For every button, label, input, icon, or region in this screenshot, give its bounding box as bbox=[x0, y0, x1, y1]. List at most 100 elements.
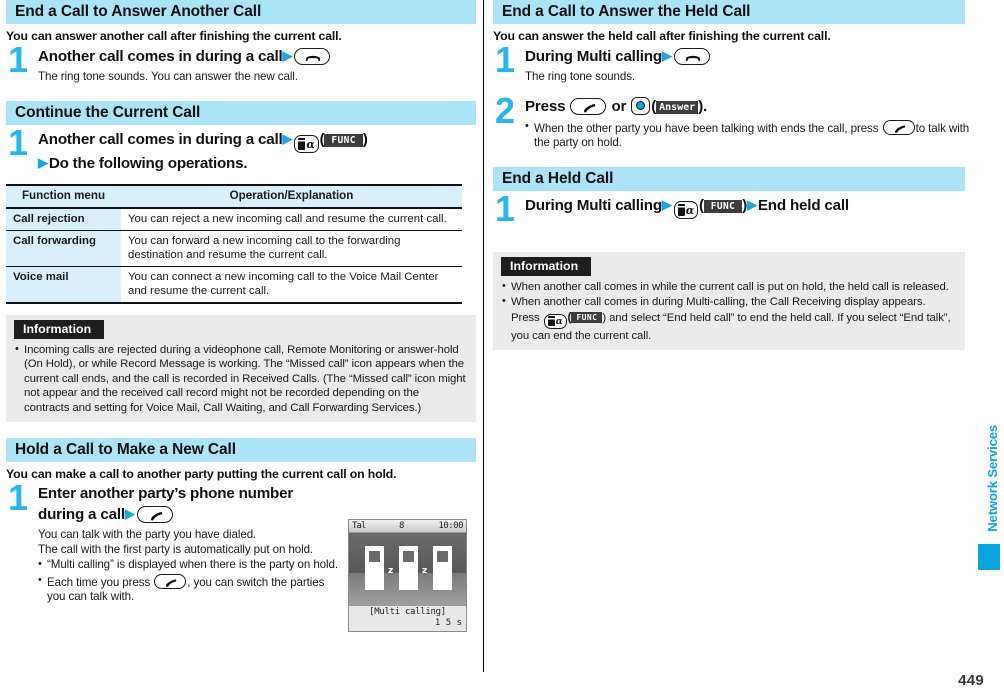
side-tab-network-services: Network Services bbox=[978, 300, 1000, 570]
step-body: You can talk with the party you have dia… bbox=[38, 528, 344, 605]
arrow-icon: ▶ bbox=[282, 130, 293, 146]
cell-explanation: You can connect a new incoming call to t… bbox=[121, 265, 462, 304]
step-title-line2: during a call▶ bbox=[38, 504, 338, 525]
step-title-line1: Enter another party’s phone number bbox=[38, 485, 294, 503]
zz-icon: z bbox=[422, 566, 428, 576]
step-number: 1 bbox=[8, 477, 29, 519]
step-2-press-call-or-answer: 2 Press or (Answer). When the other part… bbox=[493, 92, 969, 151]
step-title-pre: Press bbox=[525, 97, 566, 115]
i-alpha-key-icon: α bbox=[294, 134, 319, 153]
step-title: During Multi calling▶ bbox=[525, 46, 965, 67]
step-title-text: During Multi calling bbox=[525, 48, 662, 65]
right-column: End a Call to Answer the Held Call You c… bbox=[493, 0, 969, 351]
section-header-end-call-answer-another: End a Call to Answer Another Call bbox=[6, 0, 476, 24]
step-bullet-2: Each time you press , you can switch the… bbox=[38, 573, 344, 605]
arrow-icon: ▶ bbox=[282, 48, 293, 63]
bullet2-pre: Each time you press bbox=[47, 575, 151, 589]
status-mid-icon: 8 bbox=[399, 521, 405, 531]
information-body: When another call comes in while the cur… bbox=[493, 279, 965, 344]
section-header-hold-call-make-new-call: Hold a Call to Make a New Call bbox=[6, 438, 476, 463]
handset-icon bbox=[365, 546, 384, 590]
manual-page: End a Call to Answer Another Call You ca… bbox=[0, 0, 1004, 697]
step-title: During Multi calling▶ α(FUNC)▶End held ca… bbox=[525, 195, 965, 219]
page-number: 449 bbox=[958, 672, 984, 689]
cell-function-menu: Call forwarding bbox=[6, 229, 121, 267]
information-body: Incoming calls are rejected during a vid… bbox=[6, 342, 476, 416]
step-bullet: When the other party you have been talki… bbox=[525, 119, 970, 151]
cell-explanation: You can forward a new incoming call to t… bbox=[121, 229, 462, 267]
left-column: End a Call to Answer Another Call You ca… bbox=[6, 0, 476, 605]
step-title-line2-text: during a call bbox=[38, 506, 125, 524]
arrow-icon: ▶ bbox=[124, 506, 135, 522]
cell-function-menu: Voice mail bbox=[6, 265, 121, 304]
information-tag: Information bbox=[14, 319, 105, 339]
section-header-end-call-answer-held: End a Call to Answer the Held Call bbox=[493, 0, 965, 24]
step-bullet-1: “Multi calling” is displayed when there … bbox=[38, 558, 344, 573]
step-body-line1: You can talk with the party you have dia… bbox=[38, 528, 257, 542]
step-1-continue-current-call: 1 Another call comes in during a call▶ α(… bbox=[6, 124, 476, 174]
step-title: Another call comes in during a call▶ α(FU… bbox=[38, 129, 476, 174]
i-alpha-key-icon: α bbox=[673, 200, 698, 219]
func-softkey-label: FUNC bbox=[324, 133, 363, 147]
side-tab-chip bbox=[978, 544, 1000, 570]
phone-status-bar: Tal 8 10:00 bbox=[349, 520, 466, 533]
table-header-row: Function menu Operation/Explanation bbox=[6, 183, 462, 209]
step-1-end-held-call: 1 During Multi calling▶ α(FUNC)▶End held … bbox=[493, 190, 965, 226]
end-call-key-icon bbox=[294, 48, 331, 65]
cell-function-menu: Call rejection bbox=[6, 207, 121, 231]
step-1-during-multi-calling: 1 During Multi calling▶ The ring tone so… bbox=[493, 42, 965, 85]
cell-explanation: You can reject a new incoming call and r… bbox=[121, 207, 462, 231]
col-header-function-menu: Function menu bbox=[6, 183, 121, 209]
step-title-text: Another call comes in during a call bbox=[38, 130, 283, 148]
arrow-icon: ▶ bbox=[661, 196, 672, 212]
func-softkey-label: FUNC bbox=[571, 311, 603, 323]
bullet-pre: When the other party you have been talki… bbox=[534, 121, 879, 135]
information-box-right: Information When another call comes in w… bbox=[493, 251, 965, 351]
step-body-text: The ring tone sounds. bbox=[525, 70, 636, 83]
step-number: 2 bbox=[495, 89, 516, 131]
step-title: Press or (Answer). bbox=[525, 96, 965, 117]
step-title-text: During Multi calling bbox=[525, 196, 662, 214]
handset-icon bbox=[433, 546, 452, 590]
handset-icon bbox=[399, 546, 418, 590]
table-row: Voice mail You can connect a new incomin… bbox=[6, 265, 462, 304]
step-title-end: End held call bbox=[757, 196, 849, 214]
arrow-icon: ▶ bbox=[661, 48, 672, 63]
call-timer: 1 5 s bbox=[434, 618, 462, 628]
multi-calling-caption: [Multi calling] bbox=[369, 607, 446, 617]
step-1-end-call-answer-another: 1 Another call comes in during a call▶ T… bbox=[6, 42, 476, 85]
signal-strength-icon: Tal bbox=[352, 521, 366, 531]
step-body-line2: The call with the first party is automat… bbox=[38, 542, 314, 556]
col-header-operation-explanation: Operation/Explanation bbox=[121, 183, 462, 209]
section-header-end-held-call: End a Held Call bbox=[493, 166, 965, 191]
close-paren: ) bbox=[362, 130, 368, 148]
step-number: 1 bbox=[495, 39, 516, 80]
arrow-icon: ▶ bbox=[38, 154, 48, 170]
clock-label: 10:00 bbox=[438, 521, 463, 531]
phone-footer: [Multi calling] 1 5 s bbox=[349, 605, 466, 631]
function-menu-table: Function menu Operation/Explanation Call… bbox=[6, 183, 462, 304]
step-body: When the other party you have been talki… bbox=[525, 119, 970, 151]
section-header-continue-current-call: Continue the Current Call bbox=[6, 100, 476, 125]
step-title-mid: or bbox=[611, 97, 627, 115]
center-key-icon bbox=[631, 96, 651, 115]
section3-lead-text: You can make a call to another party put… bbox=[6, 467, 397, 482]
func-softkey-label: FUNC bbox=[703, 199, 743, 213]
step-title: Another call comes in during a call▶ bbox=[38, 46, 476, 67]
information-tag: Information bbox=[501, 256, 592, 276]
section1-lead-text: You can answer another call after finish… bbox=[6, 29, 342, 43]
information-bullet: Incoming calls are rejected during a vid… bbox=[15, 342, 466, 416]
information-bullet-2: When another call comes in during Multi-… bbox=[502, 294, 955, 343]
call-key-icon bbox=[882, 119, 915, 135]
step-title-text: Another call comes in during a call bbox=[38, 48, 283, 65]
step-title-line2: ▶Do the following operations. bbox=[38, 153, 476, 174]
step-number: 1 bbox=[495, 187, 516, 229]
right-section1-lead-text: You can answer the held call after finis… bbox=[493, 29, 831, 43]
answer-softkey-label: Answer bbox=[656, 100, 699, 114]
table-row: Call forwarding You can forward a new in… bbox=[6, 229, 462, 267]
side-tab-label: Network Services bbox=[985, 425, 1000, 532]
call-key-icon bbox=[136, 506, 173, 524]
phone-screenshot-multi-calling: Tal 8 10:00 z z [Multi calling] 1 5 s bbox=[348, 519, 467, 632]
step-body: The ring tone sounds. bbox=[525, 70, 965, 85]
information-box-left: Information Incoming calls are rejected … bbox=[6, 314, 476, 423]
